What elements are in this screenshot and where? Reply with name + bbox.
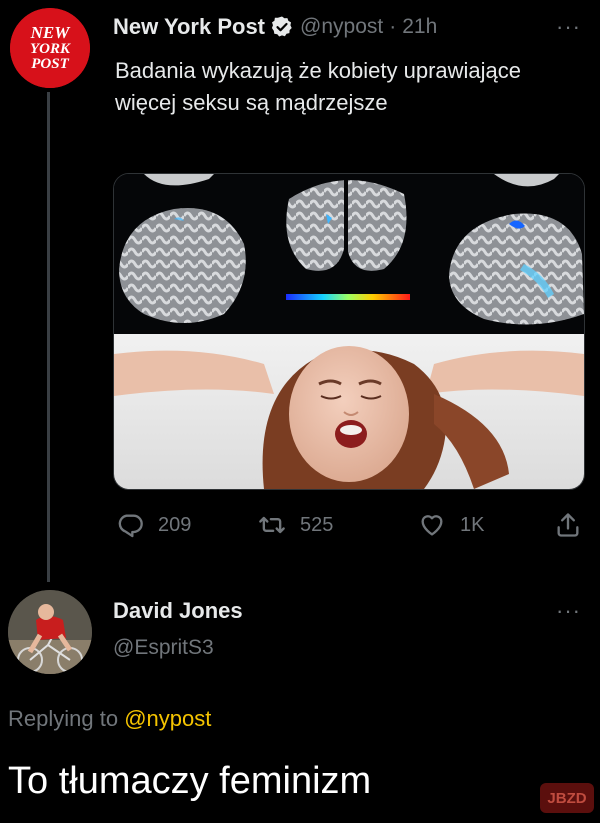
like-count: 1K — [460, 513, 485, 536]
brain-scan-image — [114, 174, 584, 334]
replying-to-line: Replying to @nypost — [8, 706, 211, 732]
nypost-logo: NEW YORK POST — [10, 8, 90, 88]
author-handle[interactable]: @nypost — [300, 15, 383, 39]
like-action[interactable]: 1K — [418, 511, 484, 539]
tweet-media[interactable] — [113, 173, 585, 490]
thread-line — [47, 92, 50, 582]
author-name[interactable]: New York Post — [113, 14, 265, 40]
reply-author-handle[interactable]: @EspritS3 — [113, 636, 214, 660]
tweet-header: New York Post @nypost · 21h — [113, 12, 437, 42]
reply-count: 209 — [158, 513, 192, 536]
logo-line-2: YORK — [30, 41, 71, 57]
reply-icon — [118, 514, 143, 538]
woman-photo-image — [114, 334, 584, 489]
retweet-action[interactable]: 525 — [258, 511, 333, 539]
retweet-count: 525 — [300, 513, 334, 536]
like-icon — [421, 515, 443, 536]
nypost-avatar[interactable]: NEW YORK POST — [10, 8, 90, 88]
reply-action[interactable]: 209 — [116, 511, 191, 539]
more-icon[interactable]: ··· — [556, 14, 581, 40]
more-icon[interactable]: ··· — [556, 598, 581, 624]
david-jones-avatar[interactable] — [8, 590, 92, 674]
logo-line-1: NEW — [30, 23, 72, 42]
watermark-logo: JBZD — [540, 783, 594, 813]
tweet-time[interactable]: 21h — [402, 15, 437, 39]
share-icon — [557, 513, 579, 537]
tweet-actions: 209 525 1K — [116, 511, 586, 547]
separator-dot: · — [389, 15, 397, 38]
reply-text: To tłumaczy feminizm — [8, 760, 372, 802]
share-action[interactable] — [554, 511, 582, 539]
replying-prefix: Replying to — [8, 706, 119, 731]
tweet-text: Badania wykazują że kobiety uprawiające … — [115, 58, 522, 115]
replying-mention[interactable]: @nypost — [124, 706, 211, 731]
reply-author-name[interactable]: David Jones — [113, 598, 243, 624]
logo-line-3: POST — [31, 56, 69, 72]
retweet-icon — [259, 516, 285, 534]
cyclist-photo-image — [8, 590, 92, 674]
verified-badge-icon — [271, 16, 292, 37]
